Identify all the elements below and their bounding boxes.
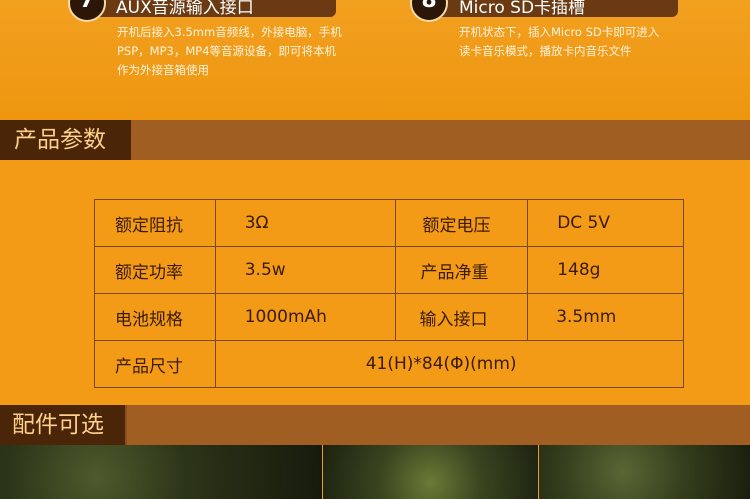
feature-8-desc-line: 读卡音乐模式，播放卡内音乐文件 <box>459 44 632 58</box>
spec-value: 1000mAh <box>214 293 397 341</box>
accessories-section-header: 配件可选 <box>0 405 750 445</box>
feature-7-description: 开机后接入3.5mm音频线，外接电脑，手机 PSP，MP3，MP4等音源设备，即… <box>117 23 342 80</box>
table-row: 额定功率 3.5w 产品净重 148g <box>94 246 684 294</box>
spec-value: 3Ω <box>214 199 397 247</box>
accessory-photo <box>0 445 322 499</box>
accessory-photo <box>323 445 538 499</box>
feature-8-number-badge: 8 <box>410 0 448 22</box>
spec-label: 输入接口 <box>395 293 529 341</box>
spec-label: 额定功率 <box>94 246 216 294</box>
spec-label: 额定电压 <box>395 199 529 247</box>
accessory-photo <box>539 445 750 499</box>
params-section-title: 产品参数 <box>0 120 131 160</box>
feature-7-desc-line: 作为外接音箱使用 <box>117 63 209 77</box>
params-section-header: 产品参数 <box>0 120 750 160</box>
spec-value: 148g <box>527 246 684 294</box>
table-row: 电池规格 1000mAh 输入接口 3.5mm <box>94 293 684 341</box>
table-row: 产品尺寸 41(H)*84(Φ)(mm) <box>94 340 685 388</box>
accessories-section-title: 配件可选 <box>0 405 125 445</box>
spec-table: 额定阻抗 3Ω 额定电压 DC 5V 额定功率 3.5w 产品净重 148g 电… <box>94 199 685 388</box>
feature-7-desc-line: PSP，MP3，MP4等音源设备，即可将本机 <box>117 44 337 58</box>
feature-8-title: Micro SD卡插槽 <box>459 0 586 18</box>
spec-label: 电池规格 <box>94 293 216 341</box>
feature-8-desc-line: 开机状态下，插入Micro SD卡即可进入 <box>459 25 660 39</box>
spec-value: 3.5w <box>214 246 397 294</box>
spec-label: 额定阻抗 <box>94 199 216 247</box>
accessory-photos <box>0 445 750 499</box>
section-header-stripe <box>131 120 750 160</box>
spec-value: DC 5V <box>527 199 684 247</box>
features-panel: 7 AUX音源输入接口 开机后接入3.5mm音频线，外接电脑，手机 PSP，MP… <box>0 0 750 120</box>
feature-8-description: 开机状态下，插入Micro SD卡即可进入 读卡音乐模式，播放卡内音乐文件 <box>459 23 659 61</box>
spec-value: 3.5mm <box>527 293 684 341</box>
spec-label: 产品尺寸 <box>94 340 216 388</box>
spec-value: 41(H)*84(Φ)(mm) <box>214 340 685 388</box>
spec-label: 产品净重 <box>395 246 529 294</box>
feature-7-number-badge: 7 <box>68 0 106 22</box>
table-row: 额定阻抗 3Ω 额定电压 DC 5V <box>94 199 684 247</box>
section-header-stripe <box>127 405 750 445</box>
feature-7-title: AUX音源输入接口 <box>116 0 254 18</box>
feature-7-desc-line: 开机后接入3.5mm音频线，外接电脑，手机 <box>117 25 342 39</box>
